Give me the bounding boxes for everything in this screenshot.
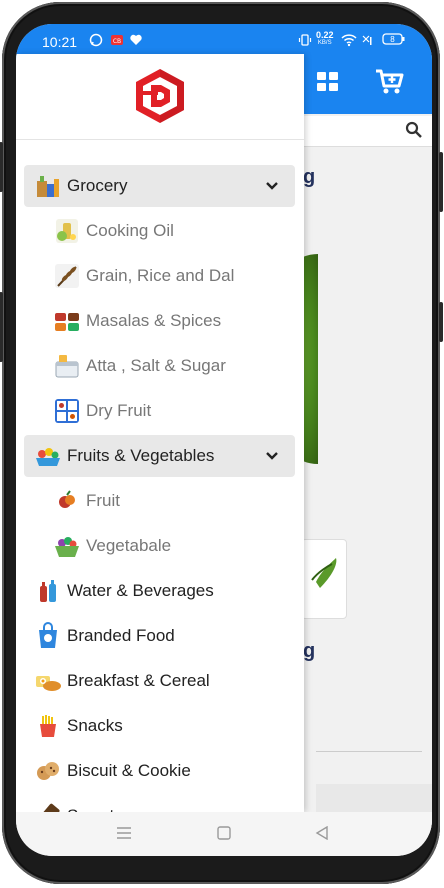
battery-level: 8 [390,35,395,44]
breakfast-icon [34,667,62,695]
navigation-drawer: Grocery Cooking Oil Grain, Rice and Dal [16,54,304,830]
status-time: 10:21 [42,34,78,50]
back-icon[interactable] [314,825,330,845]
cookie-icon [34,757,62,785]
battery-icon: 8 [382,32,406,50]
wheat-icon [53,262,81,290]
grid-view-icon[interactable] [317,72,339,92]
menu-item-label: Atta , Salt & Sugar [86,356,226,375]
product-thumbnail[interactable] [301,539,347,619]
network-speed: 0.22 KB/S [316,30,334,46]
menu-item-label: Grain, Rice and Dal [86,266,235,285]
volume-button [0,142,3,192]
submenu-item-cooking-oil[interactable]: Cooking Oil [24,210,295,252]
signal-icon [361,33,373,51]
divider [316,751,422,752]
menu-item-label: Fruits & Vegetables [67,446,215,465]
menu-item-label: Water & Beverages [67,581,214,600]
menu-item-label: Breakfast & Cereal [67,671,210,690]
dry-fruit-icon [53,397,81,425]
background-heading: g [303,166,316,188]
grocery-bags-icon [34,172,62,200]
menu-item-label: Vegetabale [86,536,172,555]
menu-item-label: Dry Fruit [86,401,152,420]
menu-item-label: Branded Food [67,626,175,645]
vegetable-basket-icon [53,532,81,560]
heart-icon [129,33,143,51]
chevron-down-icon[interactable] [265,178,279,192]
menu-item-label: Grocery [67,176,128,195]
menu-item-branded-food[interactable]: Branded Food [24,615,295,657]
submenu-item-atta-salt-sugar[interactable]: Atta , Salt & Sugar [24,345,295,387]
menu-item-breakfast-cereal[interactable]: Breakfast & Cereal [24,660,295,702]
app-notification-icon: CB [110,33,124,51]
flour-jar-icon [53,352,81,380]
menu-item-label: Snacks [67,716,123,735]
fruit-icon [53,487,81,515]
menu-item-snacks[interactable]: Snacks [24,705,295,747]
svg-text:CB: CB [113,38,121,45]
submenu-item-grain-rice-dal[interactable]: Grain, Rice and Dal [24,255,295,297]
menu-item-biscuit-cookie[interactable]: Biscuit & Cookie [24,750,295,792]
wifi-icon [341,33,357,51]
fruit-basket-icon [34,442,62,470]
cart-icon[interactable] [374,68,404,96]
menu-item-label: Masalas & Spices [86,311,222,330]
background-heading: g [303,640,316,662]
menu-item-fruits-vegetables[interactable]: Fruits & Vegetables [24,435,295,477]
menu-item-label: Cooking Oil [86,221,174,240]
status-bar: 10:21 CB 0.22 KB/S 8 [16,24,432,54]
system-nav-bar [16,812,432,856]
screen: 10:21 CB 0.22 KB/S 8 g g Grocery Cooking… [16,24,432,856]
spices-icon [53,307,81,335]
phone-frame: 10:21 CB 0.22 KB/S 8 g g Grocery Cooking… [0,2,443,884]
side-button [439,302,443,342]
menu-item-water-beverages[interactable]: Water & Beverages [24,570,295,612]
submenu-item-vegetable[interactable]: Vegetabale [24,525,295,567]
menu-item-label: Fruit [86,491,120,510]
vibrate-icon [298,33,312,51]
submenu-item-fruit[interactable]: Fruit [24,480,295,522]
menu-icon[interactable] [116,826,132,845]
food-bag-icon [34,622,62,650]
home-icon[interactable] [216,826,232,845]
menu-item-grocery[interactable]: Grocery [24,165,295,207]
drawer-divider [16,139,304,140]
submenu-item-dry-fruit[interactable]: Dry Fruit [24,390,295,432]
fries-icon [34,712,62,740]
beverage-bottles-icon [34,577,62,605]
oil-bottle-icon [53,217,81,245]
power-button [439,152,443,212]
menu-item-label: Biscuit & Cookie [67,761,191,780]
brand-logo-icon [130,66,190,126]
volume-button [0,292,3,362]
search-icon[interactable] [405,121,423,139]
chevron-down-icon[interactable] [265,448,279,462]
whatsapp-icon [89,33,103,51]
submenu-item-masalas-spices[interactable]: Masalas & Spices [24,300,295,342]
